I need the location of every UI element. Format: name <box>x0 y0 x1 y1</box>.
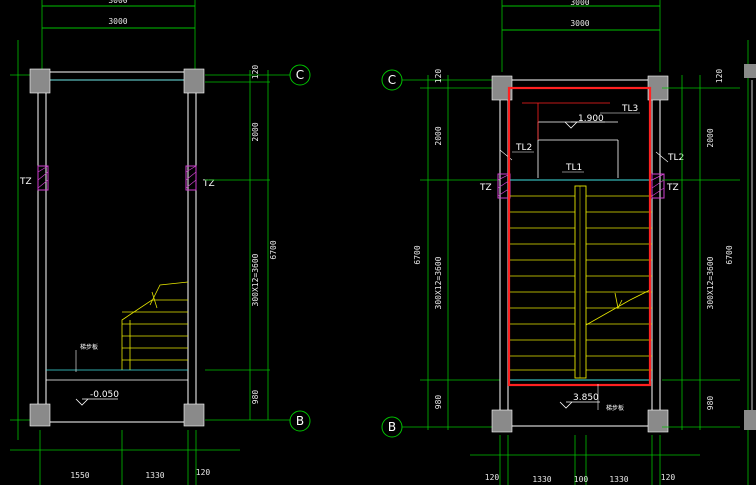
left-column-bl <box>29 403 51 427</box>
left-column-tl <box>29 68 51 94</box>
left-rdim-120: 120 <box>251 65 260 80</box>
right-ldim-2000: 2000 <box>434 126 443 145</box>
right-bdim-100: 100 <box>574 475 589 484</box>
left-outer-wall <box>37 71 197 423</box>
stair-plan-drawing: 3000 3000 TZ TZ 梯步板 -0.050 120 2000 300X… <box>10 0 756 485</box>
right-floor-elevation-symbol <box>559 401 573 409</box>
right-floor-elevation: 3.850 <box>573 393 599 403</box>
right-beam-tl3: TL3 <box>621 104 638 114</box>
right-bdim-120-left: 120 <box>485 473 500 482</box>
right-stair-well <box>574 185 587 379</box>
left-bdim-1550: 1550 <box>70 471 89 480</box>
left-rdim-6700: 6700 <box>269 240 278 259</box>
left-bdim-1330: 1330 <box>145 471 164 480</box>
left-bdim-120: 120 <box>196 468 211 477</box>
right-tz-label-2: TZ <box>666 183 679 193</box>
right-landing-elevation: 1.900 <box>578 114 604 124</box>
left-tz-label-1: TZ <box>19 177 32 187</box>
right-axis-c: C <box>388 73 396 87</box>
right-tz-column-2 <box>651 173 665 199</box>
left-rdim-980: 980 <box>251 390 260 405</box>
left-column-tr <box>183 68 205 94</box>
right-ldim-3600: 300X12=3600 <box>434 256 443 309</box>
right-rdim-6700: 6700 <box>725 245 734 264</box>
right-landing-elevation-symbol <box>564 121 578 129</box>
left-tz-label-2: TZ <box>202 179 215 189</box>
right-rdim-2000: 2000 <box>706 128 715 147</box>
left-elevation-symbol <box>75 398 89 406</box>
left-axis-c: C <box>296 68 304 82</box>
right-bdim-1330-right: 1330 <box>609 475 628 484</box>
right-ldim-980: 980 <box>434 395 443 410</box>
left-rdim-3600: 300X12=3600 <box>251 253 260 306</box>
left-rdim-2000: 2000 <box>251 122 260 141</box>
right-top-dim-1: 3000 <box>570 0 589 7</box>
right-column-bl <box>491 409 513 433</box>
left-elevation-label: -0.050 <box>90 390 119 400</box>
right-beam-tl2-left: TL2 <box>515 143 532 153</box>
right-axis-b: B <box>388 420 396 434</box>
left-axis-b: B <box>296 414 304 428</box>
left-stair-plan: 3000 3000 TZ TZ 梯步板 -0.050 120 2000 300X… <box>10 0 311 485</box>
right-bdim-120-right: 120 <box>661 473 676 482</box>
left-top-dim-2: 3000 <box>108 17 127 26</box>
right-ldim-6700: 6700 <box>413 245 422 264</box>
right-rdim-3600: 300X12=3600 <box>706 256 715 309</box>
right-top-dim-2: 3000 <box>570 19 589 28</box>
left-column-br <box>183 403 205 427</box>
right-beam-tl1: TL1 <box>565 163 582 173</box>
right-ldim-120: 120 <box>434 69 443 84</box>
right-bdim-1330-left: 1330 <box>532 475 551 484</box>
right-stair-plan: 3000 3000 C B 120 2000 300X12=3600 6700 … <box>381 0 756 485</box>
left-top-dim-1: 3000 <box>108 0 127 5</box>
right-rdim-980: 980 <box>706 396 715 411</box>
right-rdim-120: 120 <box>715 69 724 84</box>
left-note: 梯步板 <box>80 343 98 351</box>
right-note: 梯步板 <box>606 404 624 412</box>
right-tz-label-1: TZ <box>479 183 492 193</box>
left-stair-flight <box>121 281 189 370</box>
right-column-br <box>647 409 669 433</box>
